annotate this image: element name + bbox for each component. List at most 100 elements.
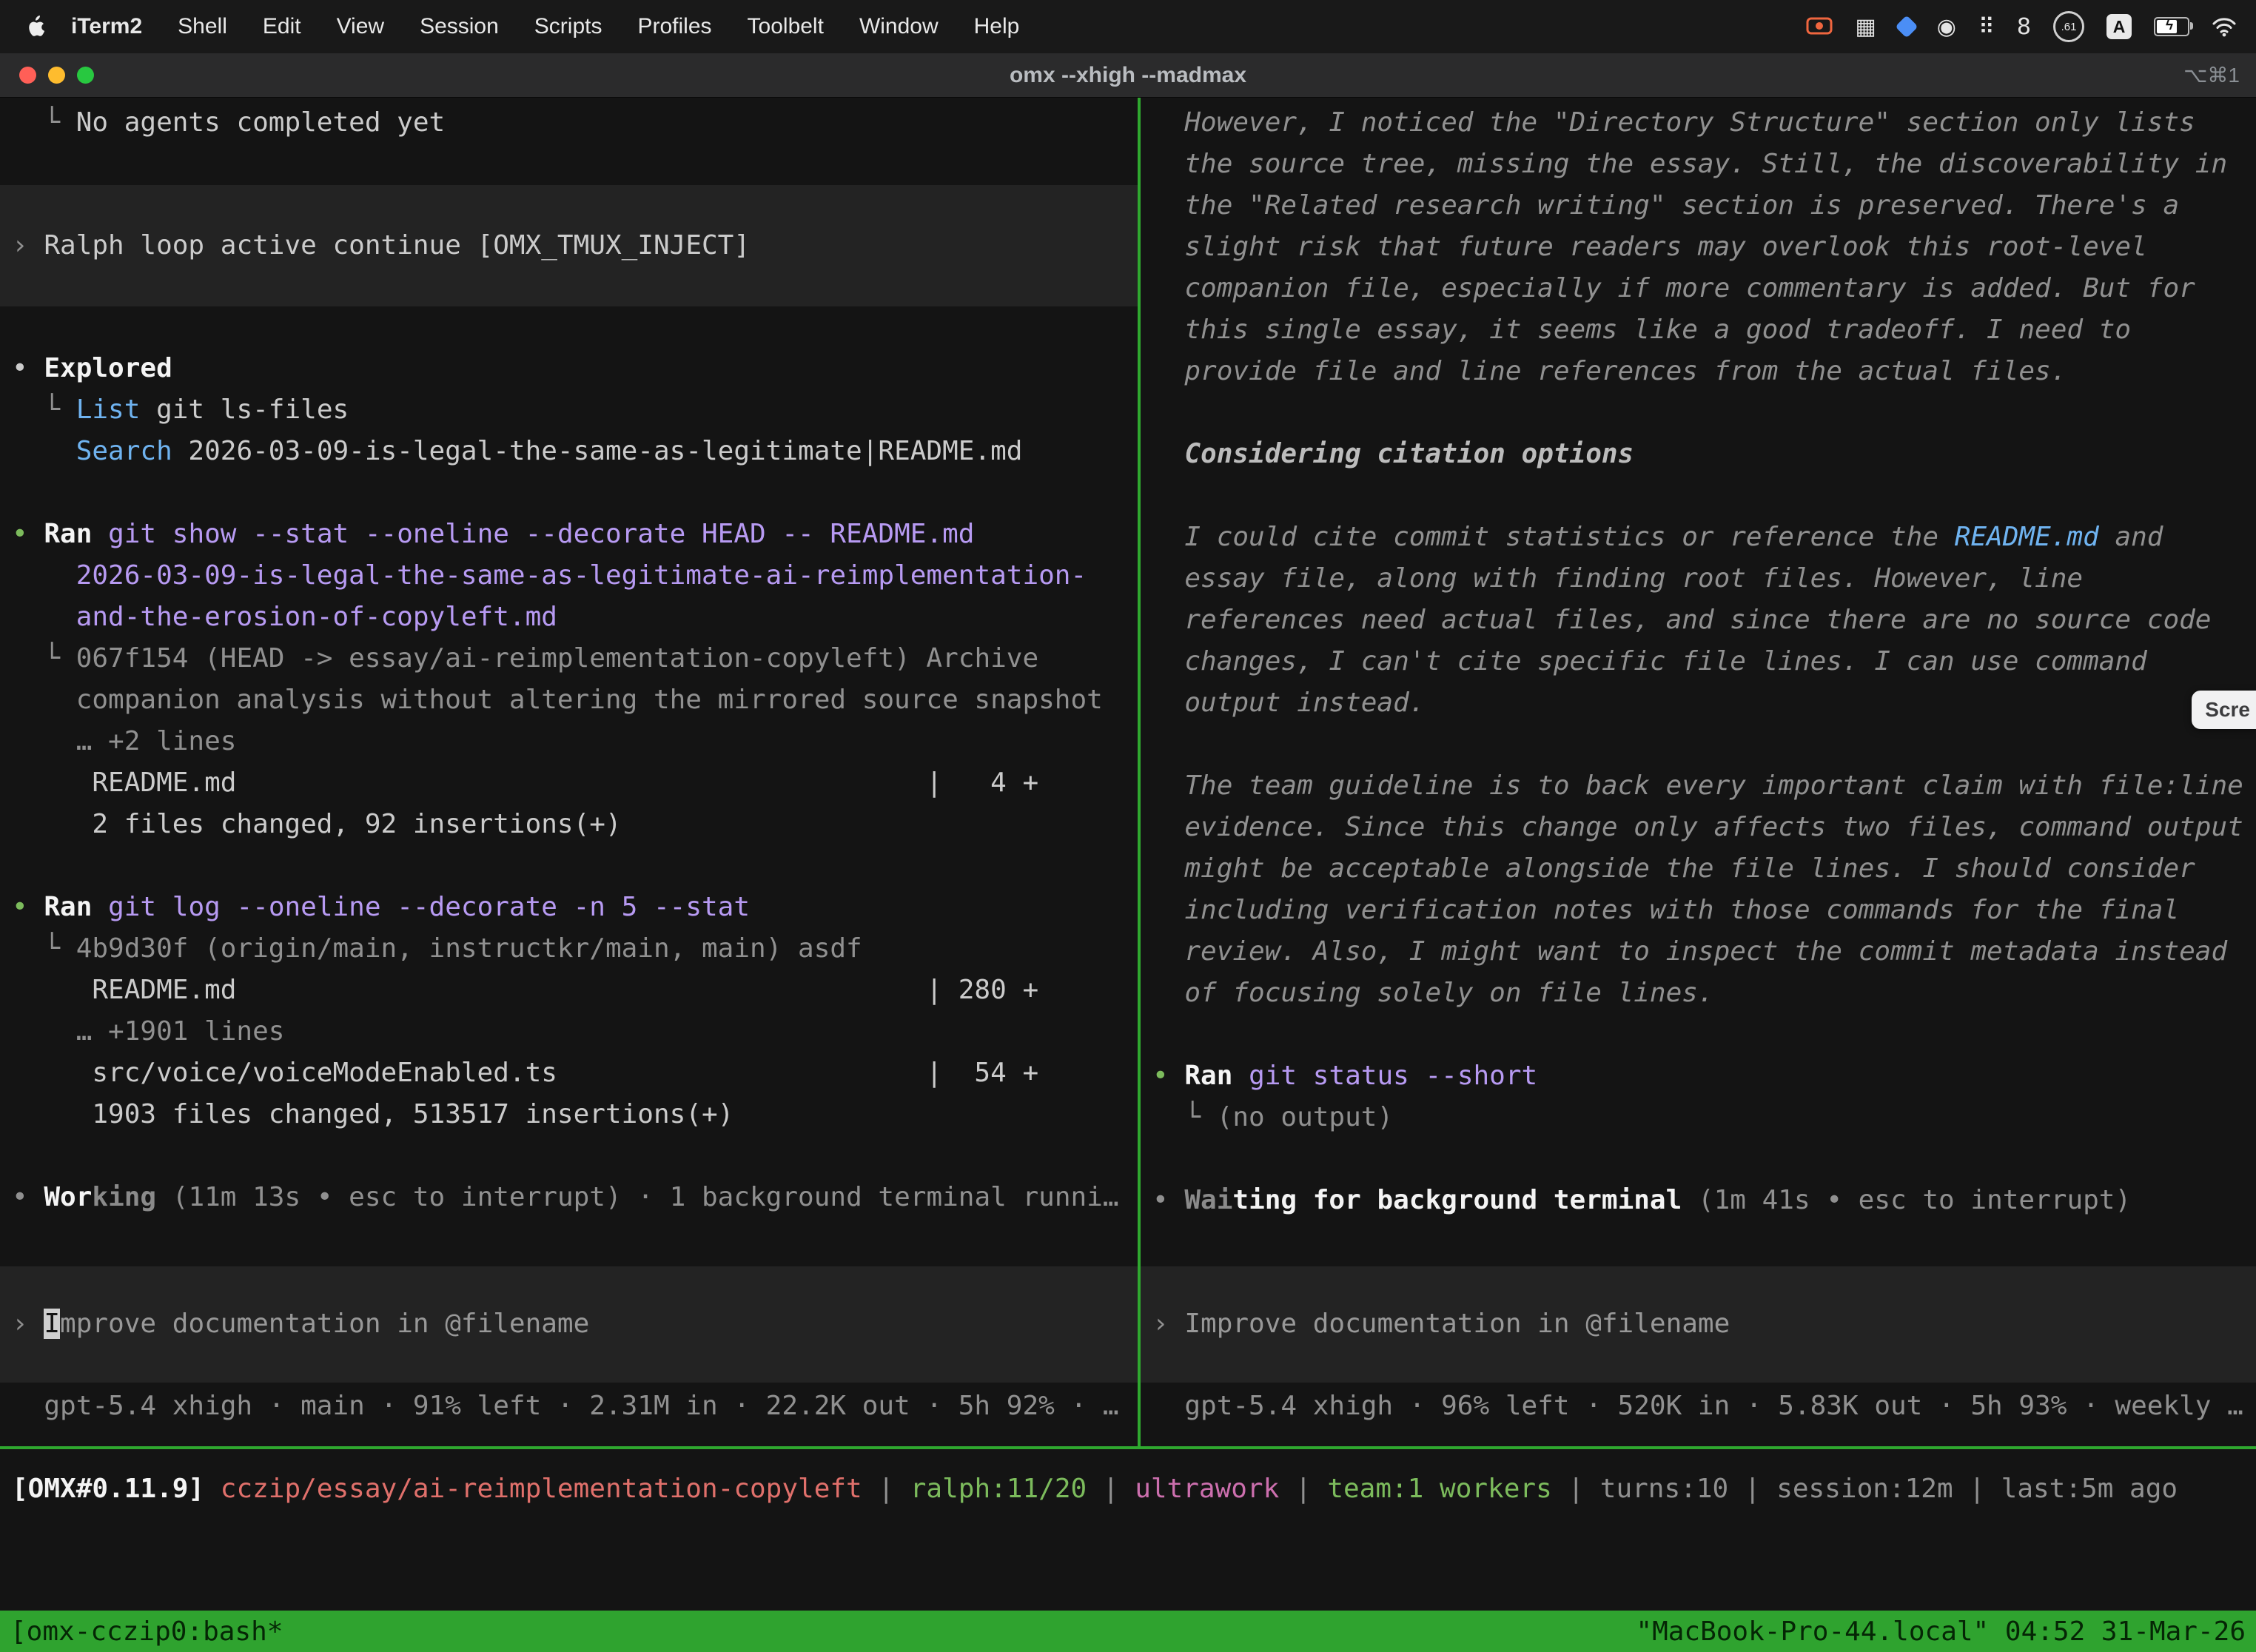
thinking-paragraph-2: I could cite commit statistics or refere… xyxy=(1141,517,2256,724)
terminal-content: └ No agents completed yet › Ralph loop a… xyxy=(0,98,2256,1446)
menu-item[interactable]: View xyxy=(319,14,402,39)
terminal-line: Search 2026-03-09-is-legal-the-same-as-l… xyxy=(0,431,1138,472)
terminal-line: › Ralph loop active continue [OMX_TMUX_I… xyxy=(0,225,1138,266)
terminal-line: review. Also, I might want to inspect th… xyxy=(1141,931,2256,973)
left-agent-pane: └ No agents completed yet › Ralph loop a… xyxy=(0,98,1138,1446)
terminal-line: • Waiting for background terminal (1m 41… xyxy=(1141,1180,2256,1221)
menu-item[interactable]: Session xyxy=(402,14,517,39)
terminal-line: • Working (11m 13s • esc to interrupt) ·… xyxy=(0,1177,1138,1218)
timer-icon[interactable]: 8 xyxy=(2017,14,2031,40)
terminal-line: Considering citation options xyxy=(1141,434,2256,475)
terminal-line: • Explored xyxy=(0,348,1138,389)
dots-grid-icon[interactable]: ⠿ xyxy=(1978,14,1995,40)
tmux-session-window-label[interactable]: [omx-cczip0:bash* xyxy=(10,1616,283,1647)
terminal-line: the "Related research writing" section i… xyxy=(1141,185,2256,226)
right-prompt-input[interactable]: › Improve documentation in @filename xyxy=(1141,1266,2256,1383)
left-prompt-input[interactable]: › Improve documentation in @filename xyxy=(0,1266,1138,1383)
raycast-diamond xyxy=(1895,15,1918,38)
terminal-line: output instead. xyxy=(1141,682,2256,724)
terminal-line: references need actual files, and since … xyxy=(1141,600,2256,641)
menu-item[interactable]: Window xyxy=(842,14,956,39)
menu-item[interactable]: Profiles xyxy=(620,14,729,39)
close-button[interactable] xyxy=(19,67,36,84)
thinking-paragraph-1: However, I noticed the "Directory Struct… xyxy=(1141,102,2256,392)
apple-menu-icon[interactable] xyxy=(27,16,46,38)
terminal-line: └ (no output) xyxy=(1141,1097,2256,1138)
terminal-line: changes, I can't cite specific file line… xyxy=(1141,641,2256,682)
zoom-button[interactable] xyxy=(77,67,94,84)
menu-item[interactable]: Scripts xyxy=(517,14,620,39)
terminal-line: • Ran git status --short xyxy=(1141,1055,2256,1097)
no-agents-line: └ No agents completed yet xyxy=(0,102,1138,144)
right-model-status-line: gpt-5.4 xhigh · 96% left · 520K in · 5.8… xyxy=(1141,1386,2256,1427)
terminal-line: … +1901 lines xyxy=(0,1011,1138,1052)
terminal-line: However, I noticed the "Directory Struct… xyxy=(1141,102,2256,144)
terminal-line: └ 4b9d30f (origin/main, instructkr/main,… xyxy=(0,928,1138,970)
menu-bar-status-icons: ▦ ◉ ⠿ 8 .61 A ϟ xyxy=(1806,0,2256,53)
terminal-line: 1903 files changed, 513517 insertions(+) xyxy=(0,1094,1138,1135)
right-agent-pane: However, I noticed the "Directory Struct… xyxy=(1141,98,2256,1446)
terminal-line: of focusing solely on file lines. xyxy=(1141,973,2256,1014)
terminal-line: gpt-5.4 xhigh · 96% left · 520K in · 5.8… xyxy=(1141,1386,2256,1427)
git-status-block: • Ran git status --short └ (no output) xyxy=(1141,1055,2256,1138)
terminal-line: › Improve documentation in @filename xyxy=(0,1303,1138,1345)
terminal-line: The team guideline is to back every impo… xyxy=(1141,765,2256,807)
terminal-line: I could cite commit statistics or refere… xyxy=(1141,517,2256,558)
explored-block: • Explored └ List git ls-files Search 20… xyxy=(0,348,1138,472)
terminal-line: might be acceptable alongside the file l… xyxy=(1141,848,2256,890)
terminal-line: src/voice/voiceModeEnabled.ts | 54 + xyxy=(0,1052,1138,1094)
terminal-line: including verification notes with those … xyxy=(1141,890,2256,931)
terminal-line: … +2 lines xyxy=(0,721,1138,762)
menu-bar-left: iTerm2 ShellEditViewSessionScriptsProfil… xyxy=(0,0,1037,53)
terminal-line: └ 067f154 (HEAD -> essay/ai-reimplementa… xyxy=(0,638,1138,679)
terminal-line: • Ran git log --oneline --decorate -n 5 … xyxy=(0,887,1138,928)
omx-status-bar: [OMX#0.11.9] cczip/essay/ai-reimplementa… xyxy=(0,1449,2256,1611)
terminal-line: essay file, along with finding root file… xyxy=(1141,558,2256,600)
input-source-icon[interactable]: A xyxy=(2106,14,2132,39)
shutter-icon[interactable]: ◉ xyxy=(1937,14,1956,40)
screen-recording-indicator-icon[interactable] xyxy=(1806,17,1833,36)
menu-item-app-name[interactable]: iTerm2 xyxy=(53,14,160,39)
menu-items: ShellEditViewSessionScriptsProfilesToolb… xyxy=(160,14,1037,39)
screen-overlay-button[interactable]: Scre xyxy=(2192,691,2256,729)
window-title-bar[interactable]: omx --xhigh --madmax ⌥⌘1 xyxy=(0,53,2256,98)
terminal-line: README.md | 280 + xyxy=(0,970,1138,1011)
terminal-line: • Ran git show --stat --oneline --decora… xyxy=(0,514,1138,555)
terminal-line: README.md | 4 + xyxy=(0,762,1138,804)
terminal-line: └ No agents completed yet xyxy=(0,102,1138,144)
terminal-line: companion analysis without altering the … xyxy=(0,679,1138,721)
terminal-line: 2 files changed, 92 insertions(+) xyxy=(0,804,1138,845)
terminal-line: and-the-erosion-of-copyleft.md xyxy=(0,597,1138,638)
gauge-icon[interactable]: .61 xyxy=(2053,11,2084,42)
battery-icon[interactable]: ϟ xyxy=(2154,17,2189,36)
git-log-block: • Ran git log --oneline --decorate -n 5 … xyxy=(0,887,1138,1135)
raycast-icon[interactable] xyxy=(1899,19,1915,35)
terminal-line: the source tree, missing the essay. Stil… xyxy=(1141,144,2256,185)
working-status-line: • Working (11m 13s • esc to interrupt) ·… xyxy=(0,1177,1138,1218)
menu-item[interactable]: Toolbelt xyxy=(730,14,842,39)
thinking-heading: Considering citation options xyxy=(1141,434,2256,475)
menu-item[interactable]: Help xyxy=(956,14,1038,39)
keypad-icon[interactable]: ▦ xyxy=(1855,14,1876,40)
terminal-line: gpt-5.4 xhigh · main · 91% left · 2.31M … xyxy=(0,1386,1138,1427)
wifi-icon[interactable] xyxy=(2212,16,2237,37)
terminal-line: 2026-03-09-is-legal-the-same-as-legitima… xyxy=(0,555,1138,597)
window-shortcut-badge: ⌥⌘1 xyxy=(2183,63,2240,87)
waiting-status-line: • Waiting for background terminal (1m 41… xyxy=(1141,1180,2256,1221)
terminal-line: evidence. Since this change only affects… xyxy=(1141,807,2256,848)
screen: iTerm2 ShellEditViewSessionScriptsProfil… xyxy=(0,0,2256,1652)
minimize-button[interactable] xyxy=(48,67,65,84)
macos-menu-bar: iTerm2 ShellEditViewSessionScriptsProfil… xyxy=(0,0,2256,53)
terminal-line: [OMX#0.11.9] cczip/essay/ai-reimplementa… xyxy=(0,1468,2256,1510)
menu-item[interactable]: Shell xyxy=(160,14,245,39)
terminal-line: this single essay, it seems like a good … xyxy=(1141,309,2256,351)
terminal-line: › Improve documentation in @filename xyxy=(1141,1303,2256,1345)
charging-bolt-icon: ϟ xyxy=(2155,17,2183,35)
tmux-status-bar: [omx-cczip0:bash* "MacBook-Pro-44.local"… xyxy=(0,1611,2256,1652)
menu-item[interactable]: Edit xyxy=(245,14,319,39)
git-show-block: • Ran git show --stat --oneline --decora… xyxy=(0,514,1138,845)
tmux-host-clock-label: "MacBook-Pro-44.local" 04:52 31-Mar-26 xyxy=(1636,1616,2246,1647)
thinking-paragraph-3: The team guideline is to back every impo… xyxy=(1141,765,2256,1014)
terminal-line: provide file and line references from th… xyxy=(1141,351,2256,392)
ralph-loop-banner: › Ralph loop active continue [OMX_TMUX_I… xyxy=(0,185,1138,306)
